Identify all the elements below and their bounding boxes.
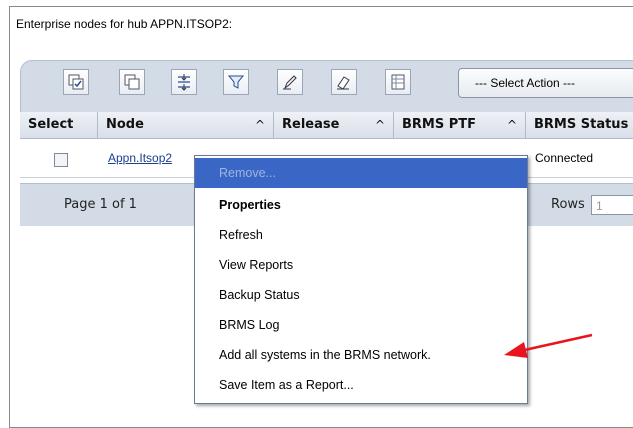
expand-icon[interactable] (171, 69, 197, 95)
rows-label: Rows (551, 197, 585, 212)
menu-item-save-report[interactable]: Save Item as a Report... (195, 370, 527, 400)
status-cell: Connected (535, 151, 594, 165)
table-icon[interactable] (385, 69, 411, 95)
select-all-icon[interactable] (63, 69, 89, 95)
menu-item-refresh[interactable]: Refresh (195, 220, 527, 250)
deselect-all-icon[interactable] (119, 69, 145, 95)
menu-item-view-reports[interactable]: View Reports (195, 250, 527, 280)
column-release[interactable]: Release ^ (274, 112, 394, 138)
select-action-dropdown[interactable]: --- Select Action --- (458, 68, 633, 98)
row-select-checkbox[interactable] (54, 153, 68, 167)
rows-input[interactable]: 1 (591, 195, 633, 215)
red-arrow-icon (504, 333, 593, 358)
menu-item-add-all-systems[interactable]: Add all systems in the BRMS network. (195, 340, 527, 370)
column-brms-ptf[interactable]: BRMS PTF ^ (394, 112, 526, 138)
table-header: Select Node ^ Release ^ BRMS PTF ^ BRMS Sta… (20, 112, 633, 139)
column-node[interactable]: Node ^ (98, 112, 274, 138)
column-select: Select (20, 112, 98, 138)
context-menu: Remove... Properties Refresh View Report… (194, 155, 528, 404)
menu-item-properties[interactable]: Properties (195, 190, 527, 220)
filter-icon[interactable] (223, 69, 249, 95)
clear-filter-icon[interactable] (331, 69, 357, 95)
table-toolbar: --- Select Action --- (20, 60, 633, 114)
sort-release-icon[interactable]: ^ (375, 112, 385, 138)
menu-item-brms-log[interactable]: BRMS Log (195, 310, 527, 340)
column-brms-status[interactable]: BRMS Status (526, 112, 633, 138)
page-indicator: Page 1 of 1 (64, 197, 137, 212)
page-title: Enterprise nodes for hub APPN.ITSOP2: (16, 17, 233, 31)
sort-node-icon[interactable]: ^ (255, 112, 265, 138)
menu-item-backup-status[interactable]: Backup Status (195, 280, 527, 310)
node-link[interactable]: Appn.Itsop2 (100, 139, 172, 177)
edit-sort-icon[interactable] (277, 69, 303, 95)
menu-item-remove[interactable]: Remove... (195, 158, 527, 188)
sort-brms-ptf-icon[interactable]: ^ (507, 112, 517, 138)
